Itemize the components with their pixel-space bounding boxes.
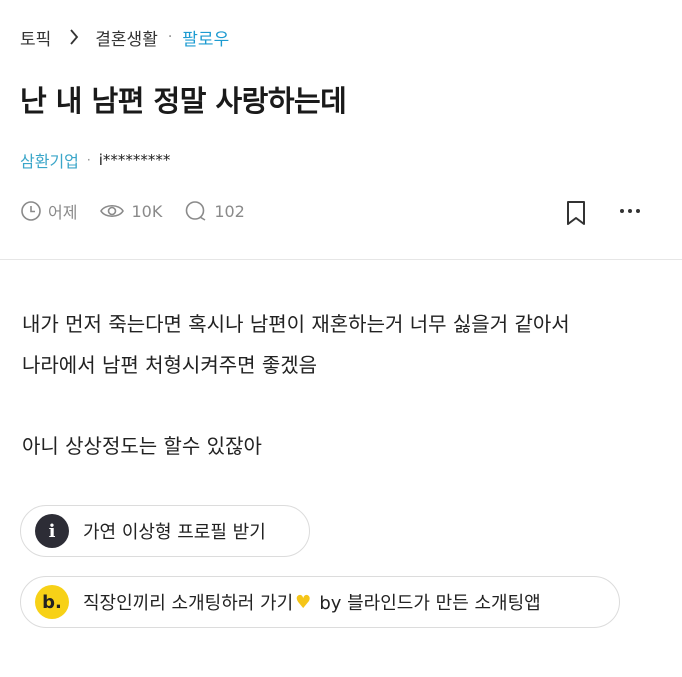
bookmark-button[interactable] <box>564 199 588 231</box>
chevron-right-icon <box>69 29 79 45</box>
clock-icon <box>21 201 41 221</box>
author-dot: · <box>86 153 91 167</box>
breadcrumb-topic[interactable]: 토픽 <box>20 25 51 50</box>
bookmark-icon <box>567 201 585 225</box>
heart-icon: ♥ <box>295 591 312 613</box>
author-company[interactable]: 삼환기업 <box>20 148 79 172</box>
more-dot-icon <box>628 209 632 213</box>
more-options-button[interactable] <box>620 209 640 213</box>
post-meta: 어제 10K 102 <box>20 199 267 223</box>
follow-button[interactable]: 팔로우 <box>182 25 229 50</box>
breadcrumb-dot: · <box>167 29 173 45</box>
more-dot-icon <box>636 209 640 213</box>
post-comments-count: 102 <box>214 201 245 221</box>
breadcrumb-category[interactable]: 결혼생활 <box>95 25 158 50</box>
post-time-text: 어제 <box>48 203 78 222</box>
post-body: 내가 먼저 죽는다면 혹시나 남편이 재혼하는거 너무 싫을거 같아서 나라에서… <box>22 304 570 467</box>
post-body-line: 나라에서 남편 처형시켜주면 좋겠음 <box>22 353 318 377</box>
dating-promo-label: 직장인끼리 소개팅하러 가기 <box>83 593 294 614</box>
post-body-line: 아니 상상정도는 할수 있잖아 <box>22 434 262 458</box>
comment-icon <box>186 201 206 221</box>
profile-promo-label: 가연 이상형 프로필 받기 <box>83 522 266 543</box>
post-time: 어제 <box>20 199 77 223</box>
post-comments[interactable]: 102 <box>184 200 245 222</box>
eye-icon <box>100 204 125 218</box>
post-title: 난 내 남편 정말 사랑하는데 <box>20 84 347 118</box>
dating-promo-button[interactable]: b. 직장인끼리 소개팅하러 가기 ♥ by 블라인드가 만든 소개팅앱 <box>20 576 620 628</box>
info-icon: i <box>35 514 69 548</box>
profile-promo-button[interactable]: i 가연 이상형 프로필 받기 <box>20 505 310 557</box>
dating-promo-sublabel: by 블라인드가 만든 소개팅앱 <box>319 593 541 614</box>
author-row: 삼환기업 · i********* <box>20 148 170 172</box>
blind-logo-icon: b. <box>35 585 69 619</box>
breadcrumb: 토픽 결혼생활 · 팔로우 <box>20 24 229 50</box>
more-dot-icon <box>620 209 624 213</box>
post-views: 10K <box>99 200 162 222</box>
post-body-line: 내가 먼저 죽는다면 혹시나 남편이 재혼하는거 너무 싫을거 같아서 <box>22 312 570 336</box>
post-views-count: 10K <box>131 201 163 221</box>
divider <box>0 259 682 260</box>
author-nickname: i********* <box>98 151 171 169</box>
